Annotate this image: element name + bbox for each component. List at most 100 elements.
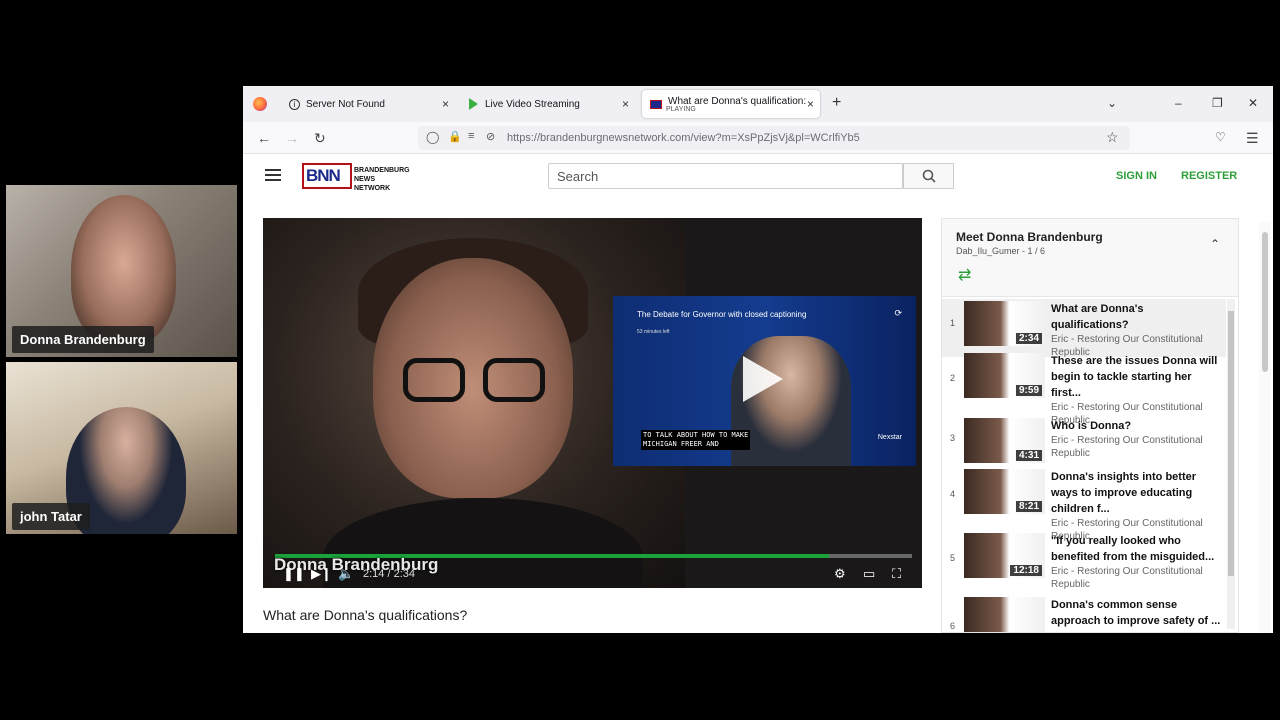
bnn-logo[interactable]: BNN BRANDENBURG NEWS NETWORK bbox=[302, 163, 410, 192]
video-thumbnail: 12:18 bbox=[964, 533, 1045, 578]
participant-name: Donna Brandenburg bbox=[12, 326, 154, 353]
loop-icon[interactable]: ⇄ bbox=[958, 265, 971, 285]
playlist-title: Meet Donna Brandenburg bbox=[956, 230, 1103, 244]
embedded-debate-video: The Debate for Governor with closed capt… bbox=[613, 296, 916, 466]
playlist-item-number: 5 bbox=[950, 553, 956, 563]
browser-window: i Server Not Found × Live Video Streamin… bbox=[243, 86, 1273, 633]
playlist-item-number: 6 bbox=[950, 621, 956, 631]
playlist-item-author: Eric - Restoring Our Constitutional Repu… bbox=[1051, 566, 1203, 590]
participant-tile-donna: Donna Brandenburg bbox=[6, 185, 237, 357]
page-scrollbar[interactable] bbox=[1259, 222, 1271, 633]
inset-subtitle: 53 minutes left bbox=[637, 329, 670, 335]
participant-video bbox=[71, 195, 176, 345]
playlist-item-author: Eric - Restoring Our Constitutional Repu… bbox=[1051, 435, 1203, 459]
close-tab-icon[interactable]: × bbox=[622, 97, 629, 111]
theater-mode-icon[interactable]: ▭ bbox=[863, 566, 875, 582]
minimize-icon[interactable]: – bbox=[1175, 96, 1182, 110]
duration: 9:59 bbox=[1015, 385, 1042, 396]
close-tab-icon[interactable]: × bbox=[442, 97, 449, 111]
autoplay-blocked-icon[interactable]: ⊘ bbox=[486, 130, 495, 143]
speaker-glasses bbox=[403, 358, 553, 404]
share-icon: ⟳ bbox=[894, 308, 902, 318]
pocket-icon[interactable]: ♡ bbox=[1215, 130, 1226, 144]
info-icon: i bbox=[289, 98, 300, 110]
page-scrollbar-thumb[interactable] bbox=[1262, 232, 1268, 372]
fullscreen-icon[interactable]: ⛶ bbox=[892, 566, 901, 582]
playlist-item-number: 2 bbox=[950, 373, 956, 383]
menu-icon[interactable]: ☰ bbox=[1246, 130, 1259, 147]
tab-label: What are Donna's qualification: bbox=[668, 95, 807, 107]
playlist-item-number: 3 bbox=[950, 433, 956, 443]
forward-icon[interactable]: → bbox=[285, 130, 299, 146]
tab-playing-label: PLAYING bbox=[666, 106, 696, 113]
reload-icon[interactable]: ↻ bbox=[314, 130, 326, 147]
playlist-item-title: Donna's insights into better ways to imp… bbox=[1051, 471, 1197, 515]
logo-mark-box: BNN bbox=[302, 163, 352, 189]
inset-channel-logo: Nexstar bbox=[877, 434, 902, 441]
playlist-item-title: These are the issues Donna will begin to… bbox=[1051, 355, 1218, 399]
video-player[interactable]: The Debate for Governor with closed capt… bbox=[263, 218, 922, 588]
playlist-item-number: 4 bbox=[950, 489, 956, 499]
search-input[interactable]: Search bbox=[548, 163, 903, 189]
bookmark-star-icon[interactable]: ☆ bbox=[1106, 129, 1119, 146]
hamburger-menu-icon[interactable] bbox=[265, 169, 281, 181]
video-thumbnail: 2:34 bbox=[964, 301, 1045, 346]
tab-live-video-streaming[interactable]: Live Video Streaming × bbox=[461, 90, 635, 118]
playlist-scrollbar-thumb[interactable] bbox=[1228, 311, 1234, 576]
playlist-item[interactable]: 5 12:18 "If you really looked who benefi… bbox=[942, 531, 1226, 590]
video-thumbnail: 9:59 bbox=[964, 353, 1045, 398]
address-bar[interactable]: ◯ 🔒 ≡ ⊘ https://brandenburgnewsnetwork.c… bbox=[418, 126, 1130, 150]
playlist-subtitle: Dab_Ilu_Gumer - 1 / 6 bbox=[956, 246, 1046, 256]
inset-title: The Debate for Governor with closed capt… bbox=[637, 310, 807, 319]
volume-icon[interactable]: 🔈 bbox=[338, 566, 354, 582]
tab-list-icon[interactable]: ⌄ bbox=[1107, 96, 1117, 110]
lock-icon[interactable]: 🔒 bbox=[448, 130, 462, 143]
playlist-item-title: What are Donna's qualifications? bbox=[1051, 303, 1144, 331]
play-icon bbox=[469, 98, 478, 110]
back-icon[interactable]: ← bbox=[257, 130, 271, 146]
playlist-header: Meet Donna Brandenburg Dab_Ilu_Gumer - 1… bbox=[942, 219, 1238, 297]
playlist-item-title: Who is Donna? bbox=[1051, 420, 1132, 432]
restore-icon[interactable]: ❐ bbox=[1212, 96, 1223, 110]
close-window-icon[interactable]: ✕ bbox=[1248, 96, 1258, 110]
bnn-favicon bbox=[650, 99, 662, 109]
close-tab-icon[interactable]: × bbox=[807, 97, 814, 111]
pause-icon[interactable]: ❚❚ bbox=[283, 566, 305, 582]
search-button[interactable] bbox=[903, 163, 954, 189]
web-page: BNN BRANDENBURG NEWS NETWORK Search SIGN… bbox=[243, 154, 1273, 633]
next-icon[interactable]: ▶❙ bbox=[311, 566, 332, 582]
logo-mark: BNN bbox=[306, 166, 341, 185]
permissions-icon[interactable]: ≡ bbox=[468, 130, 474, 142]
playlist-item[interactable]: 3 4:31 Who is Donna? Eric - Restoring Our… bbox=[942, 416, 1226, 474]
video-thumbnail bbox=[964, 597, 1045, 632]
tab-label: Server Not Found bbox=[306, 98, 385, 110]
duration: 2:34 bbox=[1015, 333, 1042, 344]
settings-gear-icon[interactable]: ⚙ bbox=[834, 566, 846, 582]
playlist-item[interactable]: 2 9:59 These are the issues Donna will b… bbox=[942, 351, 1226, 426]
playlist-item[interactable]: 4 8:21 Donna's insights into better ways… bbox=[942, 467, 1226, 542]
play-icon bbox=[743, 356, 783, 402]
playlist-scrollbar[interactable] bbox=[1227, 299, 1235, 629]
playlist-item-title: "If you really looked who benefited from… bbox=[1051, 535, 1215, 563]
playlist-item[interactable]: 1 2:34 What are Donna's qualifications? E… bbox=[942, 299, 1226, 358]
video-thumbnail: 4:31 bbox=[964, 418, 1045, 463]
new-tab-button[interactable]: + bbox=[832, 94, 841, 112]
playlist-panel: Meet Donna Brandenburg Dab_Ilu_Gumer - 1… bbox=[941, 218, 1239, 633]
participant-tile-john: john Tatar bbox=[6, 362, 237, 534]
duration: 8:21 bbox=[1015, 501, 1042, 512]
sign-in-link[interactable]: SIGN IN bbox=[1116, 170, 1157, 182]
tab-server-not-found[interactable]: i Server Not Found × bbox=[281, 90, 455, 118]
url-text[interactable]: https://brandenburgnewsnetwork.com/view?… bbox=[507, 132, 860, 144]
video-thumbnail: 8:21 bbox=[964, 469, 1045, 514]
search-icon bbox=[922, 169, 936, 183]
register-link[interactable]: REGISTER bbox=[1181, 170, 1237, 182]
firefox-icon[interactable] bbox=[253, 97, 267, 111]
playlist-item[interactable]: 6 Donna's common sense approach to impro… bbox=[942, 595, 1226, 632]
video-title: What are Donna's qualifications? bbox=[263, 607, 468, 623]
chevron-up-icon[interactable]: ⌃ bbox=[1210, 237, 1220, 251]
shield-icon[interactable]: ◯ bbox=[426, 130, 439, 144]
closed-caption: TO TALK ABOUT HOW TO MAKE MICHIGAN FREER… bbox=[641, 430, 751, 450]
video-time: 2:14 / 2:34 bbox=[363, 568, 415, 580]
playlist-item-number: 1 bbox=[950, 318, 956, 328]
tab-what-are-donnas-qualifications[interactable]: What are Donna's qualification: PLAYING … bbox=[642, 90, 820, 118]
